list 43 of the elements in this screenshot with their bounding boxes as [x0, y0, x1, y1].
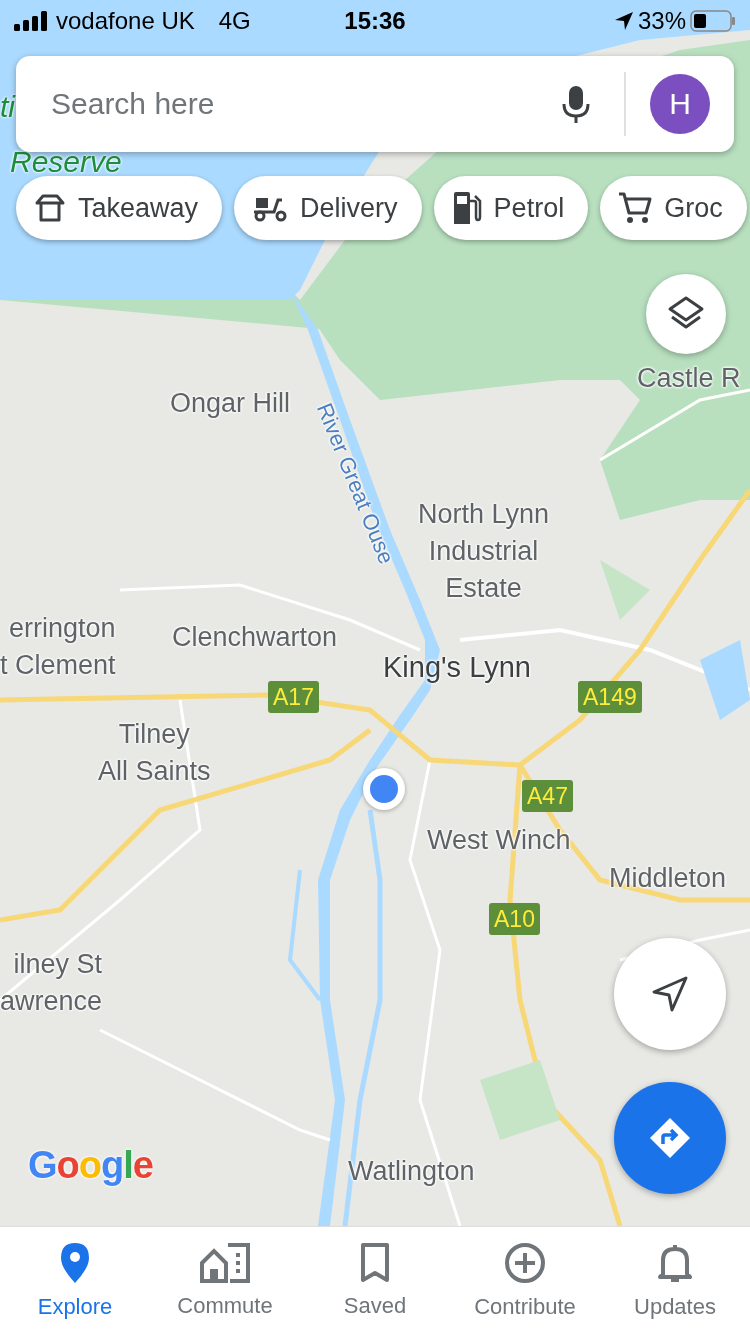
google-logo: Google: [28, 1144, 153, 1187]
category-chip[interactable]: Delivery: [234, 176, 422, 240]
park-area: [600, 560, 650, 620]
category-chip[interactable]: Groc: [600, 176, 747, 240]
place-label: North Lynn Industrial Estate: [418, 498, 550, 605]
search-bar[interactable]: Search here H: [16, 56, 734, 152]
location-dot-icon: [362, 767, 406, 811]
battery-icon: [690, 10, 736, 32]
account-avatar[interactable]: H: [650, 74, 710, 134]
place-label: King's Lynn: [383, 650, 531, 685]
bookmark-icon: [360, 1242, 390, 1283]
place-label: ilney St awrence: [0, 948, 103, 1018]
map-pin-icon: [59, 1241, 91, 1284]
network-type: 4G: [218, 7, 251, 35]
clock-time: 15:36: [344, 7, 406, 35]
plus-circle-icon: [504, 1241, 546, 1284]
directions-icon: [648, 1116, 692, 1160]
shopping-cart-icon: [618, 191, 653, 225]
buildings-icon: [200, 1242, 250, 1283]
battery-percent: 33%: [637, 7, 686, 35]
fuel-pump-icon: [451, 191, 482, 225]
place-label: Watlington: [348, 1155, 475, 1188]
location-arrow-icon: [613, 11, 634, 31]
signal-icon: [14, 11, 48, 31]
navigation-arrow-icon: [651, 975, 689, 1013]
category-chip[interactable]: Petrol: [433, 176, 589, 240]
place-label: Tilney All Saints: [98, 718, 211, 788]
carrier-name: vodafone UK: [56, 7, 195, 35]
place-label: Ongar Hill: [170, 387, 291, 420]
place-label: Castle R: [637, 362, 741, 395]
takeaway-box-icon: [34, 192, 66, 224]
search-field[interactable]: Search here: [49, 86, 544, 122]
place-label: Middleton: [609, 862, 727, 895]
road-number: A17: [268, 681, 319, 713]
road-number: A10: [489, 903, 540, 935]
road-number: A149: [578, 681, 642, 713]
place-label: Clenchwarton: [172, 621, 338, 654]
road-number: A47: [522, 780, 573, 812]
category-chip[interactable]: Takeaway: [16, 176, 223, 240]
park-label: ti: [0, 92, 15, 122]
place-label: errington t Clement: [0, 612, 116, 682]
microphone-icon[interactable]: [560, 84, 592, 124]
river-label: River Great Ouse: [310, 398, 401, 570]
